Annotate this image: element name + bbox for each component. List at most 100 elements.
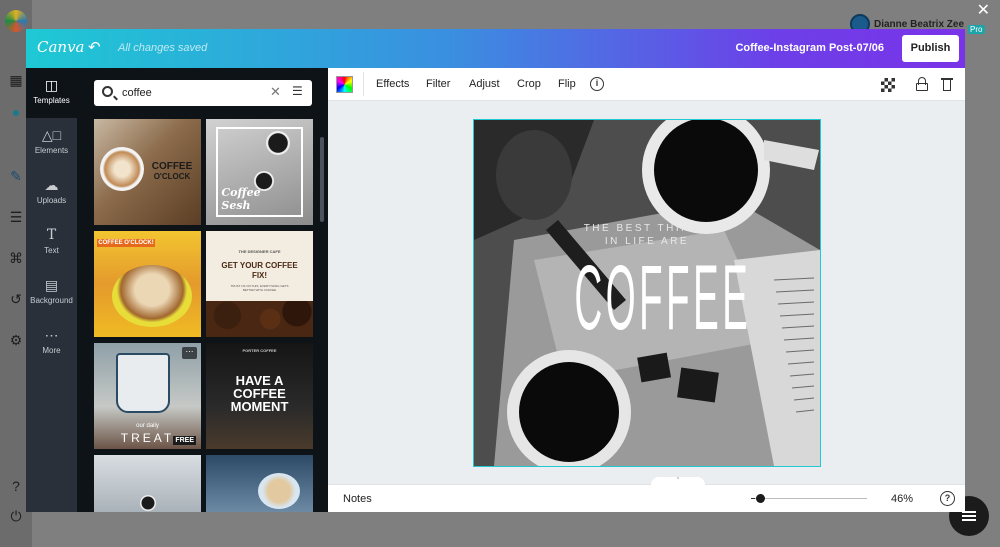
more-icon: ⋯ (44, 327, 59, 343)
canvas-area: THE BEST THINGS IN LIFE ARE COFFEE (328, 101, 965, 484)
rail-item-label: Elements (34, 146, 69, 155)
design-tagline[interactable]: THE BEST THINGS (474, 223, 820, 234)
template-thumbnail[interactable]: COFFEE O'CLOCK! (94, 231, 201, 337)
document-title[interactable]: Coffee-Instagram Post-07/06 (735, 42, 884, 54)
rail-item-more[interactable]: ⋯ More (26, 318, 77, 368)
rail-item-elements[interactable]: △□ Elements (26, 118, 77, 168)
edit-icon[interactable]: ✎ (8, 168, 24, 184)
rail-item-text[interactable]: T Text (26, 218, 77, 268)
rail-item-label: Templates (33, 96, 70, 105)
side-rail: ◫ Templates △□ Elements ☁ Uploads T Text… (26, 68, 77, 512)
coin-icon[interactable]: ● (8, 104, 24, 120)
template-text: GET YOUR COFFEE (221, 261, 298, 270)
list-icon[interactable]: ☰ (8, 209, 24, 225)
zoom-level[interactable]: 46% (891, 493, 913, 505)
template-thumbnail[interactable]: Coffee Sesh (206, 119, 313, 225)
design-canvas[interactable]: THE BEST THINGS IN LIFE ARE COFFEE (473, 119, 821, 467)
template-text: FIX! (251, 271, 268, 280)
crop-button[interactable]: Crop (517, 78, 541, 90)
bowl-image (258, 473, 300, 509)
site-logo-icon (5, 10, 27, 32)
help-icon[interactable]: ? (8, 478, 24, 494)
canva-logo[interactable]: Canva (37, 38, 85, 56)
templates-icon: ◫ (44, 77, 59, 93)
lock-icon[interactable] (916, 77, 928, 91)
filter-icon[interactable]: ☰ (292, 84, 303, 98)
cup-image (140, 495, 156, 511)
dashboard-icon[interactable]: ▦ (8, 72, 24, 88)
rail-item-label: More (42, 346, 61, 355)
pro-badge: Pro (968, 24, 985, 34)
elements-icon: △□ (41, 127, 62, 143)
template-thumbnail[interactable]: PORTER COFFEE HAVE A COFFEE MOMENT (206, 343, 313, 449)
rail-item-label: Uploads (36, 196, 67, 205)
close-icon[interactable]: ✕ (977, 3, 990, 19)
template-text: O'CLOCK (153, 172, 191, 181)
uploads-icon: ☁ (44, 177, 59, 193)
template-text: BETTER WITH COFFEE (242, 288, 277, 292)
info-icon[interactable]: i (590, 77, 604, 91)
settings-icon[interactable]: ⚙ (8, 332, 24, 348)
coffee-beans-image (206, 301, 313, 337)
template-thumbnail[interactable]: COFFEE O'CLOCK (94, 119, 201, 225)
clear-icon[interactable]: ✕ (270, 84, 281, 100)
history-icon[interactable]: ↺ (8, 291, 24, 307)
divider (363, 72, 364, 96)
rail-item-templates[interactable]: ◫ Templates (26, 68, 77, 118)
pages-handle[interactable]: ˆ (651, 477, 705, 487)
background-icon: ▤ (44, 277, 59, 293)
help-icon[interactable]: ? (940, 491, 955, 506)
template-text: Sesh (221, 199, 251, 212)
template-thumbnail[interactable]: THE DESIGNER CAFE GET YOUR COFFEE FIX! T… (206, 231, 313, 337)
latte-art-image (100, 147, 144, 191)
filter-button[interactable]: Filter (426, 78, 450, 90)
templates-panel: ✕ ☰ COFFEE O'CLOCK Coffee Sesh COFFEE O'… (77, 68, 328, 512)
editor-footer: ˆ Notes 46% ? (328, 477, 965, 512)
transparency-icon[interactable] (881, 78, 895, 92)
image-toolbar: Effects Filter Adjust Crop Flip i (328, 68, 965, 101)
rail-item-label: Text (44, 246, 59, 255)
power-icon[interactable]: ⏻ (8, 508, 24, 524)
save-status: All changes saved (118, 42, 208, 54)
rail-item-label: Background (30, 296, 73, 305)
search-icon (102, 86, 113, 97)
more-options-icon[interactable]: ⋯ (182, 347, 197, 359)
search-input[interactable] (122, 84, 262, 102)
design-headline[interactable]: COFFEE (574, 250, 748, 346)
template-thumbnail[interactable] (206, 455, 313, 512)
publish-button[interactable]: Publish (902, 35, 959, 62)
template-text: Coffee (221, 186, 261, 199)
template-text: PORTER COFFEE (242, 348, 277, 353)
rail-item-uploads[interactable]: ☁ Uploads (26, 168, 77, 218)
template-text: MOMENT (230, 399, 289, 414)
design-tagline[interactable]: IN LIFE ARE (474, 236, 820, 247)
editor-modal: Canva ↶ All changes saved Coffee-Instagr… (26, 29, 965, 512)
free-badge: FREE (173, 436, 196, 445)
editor-topbar: Canva ↶ All changes saved Coffee-Instagr… (26, 29, 965, 68)
notes-button[interactable]: Notes (343, 493, 372, 505)
zoom-slider-handle[interactable] (756, 494, 765, 503)
trash-icon[interactable] (941, 77, 953, 91)
template-thumbnail[interactable]: our daily TREAT FREE ⋯ (94, 343, 201, 449)
rail-item-background[interactable]: ▤ Background (26, 268, 77, 318)
hamburger-icon (962, 515, 976, 517)
template-text: THE DESIGNER CAFE (238, 249, 281, 254)
effects-button[interactable]: Effects (376, 78, 409, 90)
feed-icon[interactable]: ⌘ (8, 250, 24, 266)
template-thumbnail[interactable] (94, 455, 201, 512)
cup-image (112, 265, 192, 327)
search-box[interactable]: ✕ ☰ (94, 80, 312, 106)
color-swatch[interactable] (336, 76, 353, 93)
template-text: COFFEE O'CLOCK! (97, 239, 155, 247)
flip-button[interactable]: Flip (558, 78, 576, 90)
adjust-button[interactable]: Adjust (469, 78, 500, 90)
cup-image (266, 131, 290, 155)
zoom-slider[interactable] (755, 498, 867, 499)
panel-scrollbar[interactable] (320, 137, 324, 222)
user-name: Dianne Beatrix Zee (874, 18, 965, 30)
undo-icon[interactable]: ↶ (88, 38, 101, 56)
mug-image (116, 353, 170, 413)
template-text: our daily (136, 423, 159, 429)
text-icon: T (46, 227, 57, 243)
template-text: COFFEE (151, 161, 193, 172)
